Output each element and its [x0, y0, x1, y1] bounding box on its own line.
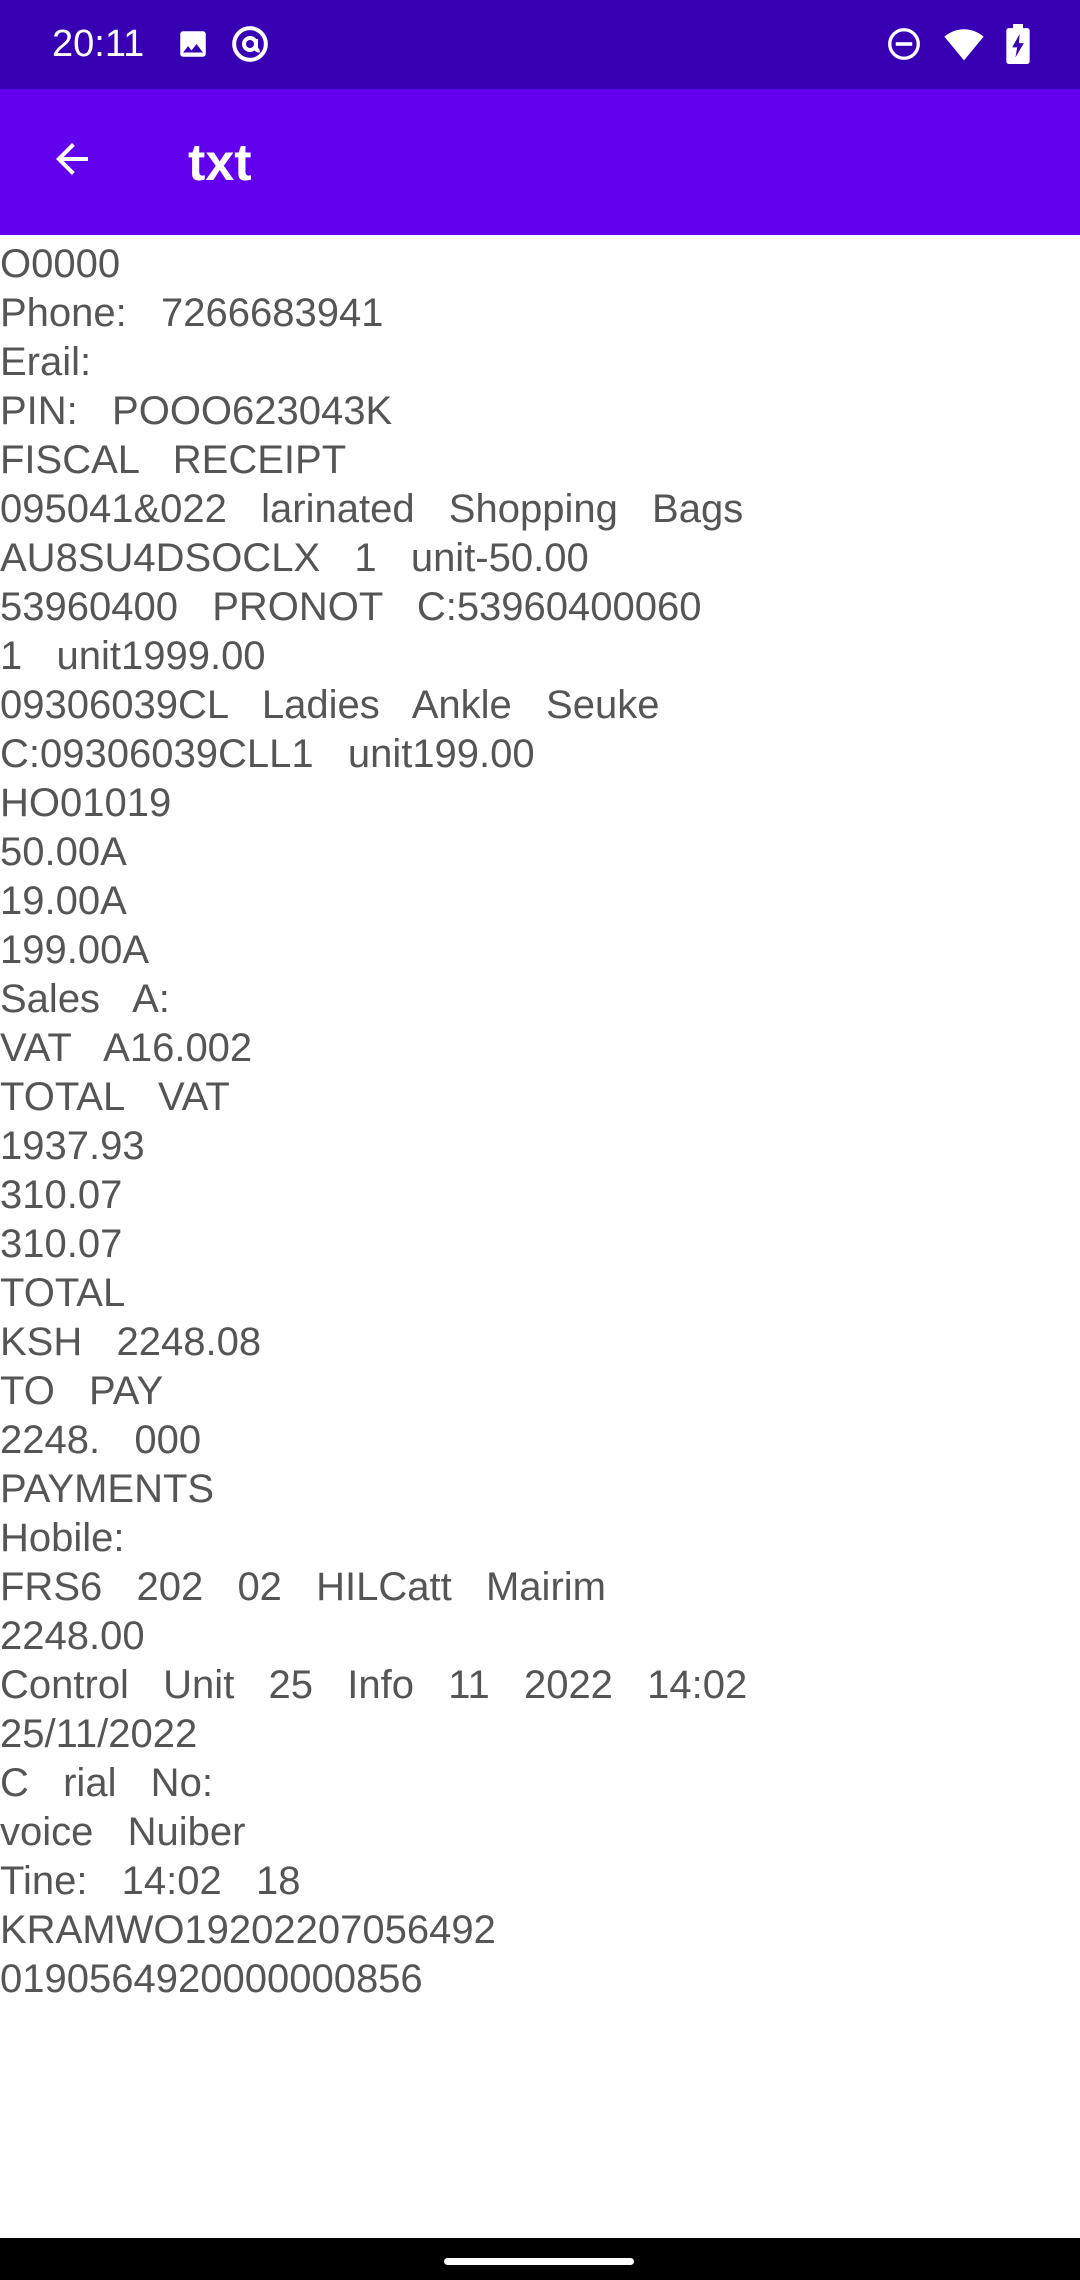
receipt-line: Sales A: — [0, 977, 170, 1021]
receipt-line: 2248. 000 — [0, 1418, 202, 1462]
receipt-line: 310.07 — [0, 1173, 123, 1217]
receipt-line: Phone: 7266683941 — [0, 291, 384, 335]
status-bar: 20:11 — [0, 0, 1080, 89]
do-not-disturb-icon — [886, 26, 922, 66]
receipt-line: 1937.93 — [0, 1124, 145, 1168]
receipt-line: KRAMWO19202207056492 — [0, 1908, 496, 1952]
status-left-icons — [176, 24, 270, 68]
receipt-line: FRS6 202 02 HILCatt Mairim — [0, 1565, 606, 1609]
receipt-line: Erail: — [0, 340, 92, 384]
app-bar: txt — [0, 89, 1080, 235]
receipt-line: TOTAL VAT — [0, 1075, 230, 1119]
receipt-line: 095041&022 larinated Shopping Bags — [0, 487, 744, 531]
receipt-line: PAYMENTS — [0, 1467, 215, 1511]
receipt-line: TOTAL — [0, 1271, 126, 1315]
receipt-line: TO PAY — [0, 1369, 164, 1413]
receipt-line: VAT A16.002 — [0, 1026, 253, 1070]
receipt-text: O0000 Phone: 7266683941 Erail: PIN: POOO… — [0, 240, 1080, 2004]
receipt-line: 19.00A — [0, 879, 127, 923]
receipt-line: HO01019 — [0, 781, 172, 825]
status-right-icons — [886, 24, 1030, 68]
arrow-back-icon — [48, 135, 96, 187]
back-button[interactable] — [36, 125, 108, 197]
receipt-line: 50.00A — [0, 830, 127, 874]
battery-charging-icon — [1006, 24, 1030, 68]
image-icon — [176, 27, 210, 65]
receipt-line: C rial No: — [0, 1761, 213, 1805]
receipt-line: 1 unit1999.00 — [0, 634, 266, 678]
receipt-line: 09306039CL Ladies Ankle Seuke — [0, 683, 660, 727]
receipt-line: AU8SU4DSOCLX 1 unit-50.00 — [0, 536, 589, 580]
receipt-line: Tine: 14:02 18 — [0, 1859, 301, 1903]
receipt-line: O0000 — [0, 242, 121, 286]
page-title: txt — [188, 134, 252, 192]
receipt-line: FISCAL RECEIPT — [0, 438, 347, 482]
at-sign-icon — [230, 24, 270, 68]
receipt-line: KSH 2248.08 — [0, 1320, 262, 1364]
receipt-line: Control Unit 25 Info 11 2022 14:02 — [0, 1663, 748, 1707]
home-gesture-handle[interactable] — [444, 2258, 634, 2265]
wifi-icon — [944, 26, 984, 66]
status-time: 20:11 — [52, 23, 145, 65]
receipt-line: PIN: POOO623043K — [0, 389, 393, 433]
receipt-line: 53960400 PRONOT C:53960400060 — [0, 585, 702, 629]
navigation-bar — [0, 2238, 1080, 2280]
receipt-line: 0190564920000000856 — [0, 1957, 423, 2001]
receipt-line: C:09306039CLL1 unit199.00 — [0, 732, 535, 776]
receipt-line: Hobile: — [0, 1516, 125, 1560]
receipt-line: 310.07 — [0, 1222, 123, 1266]
receipt-line: 199.00A — [0, 928, 150, 972]
receipt-line: 2248.00 — [0, 1614, 145, 1658]
receipt-line: 25/11/2022 — [0, 1712, 198, 1756]
receipt-line: voice Nuiber — [0, 1810, 246, 1854]
